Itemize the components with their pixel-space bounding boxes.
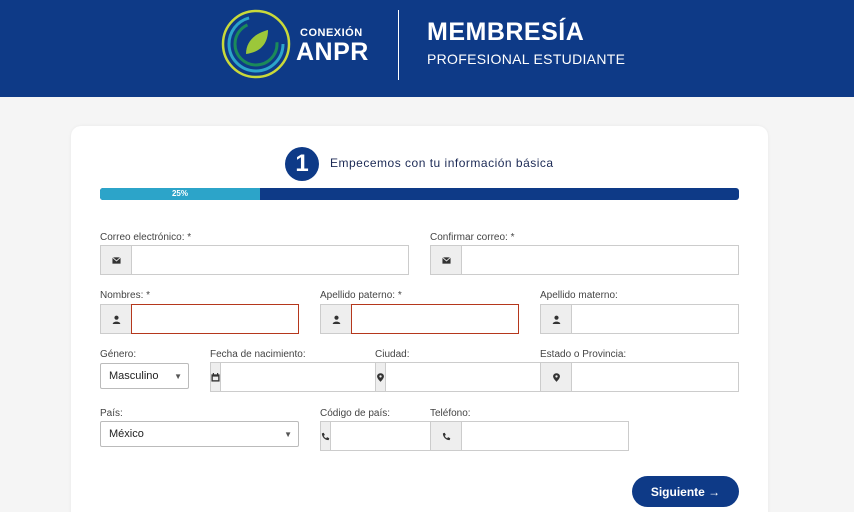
progress-bar: 25% bbox=[100, 188, 739, 200]
membership-title: MEMBRESÍA bbox=[427, 18, 585, 46]
country-code-field-group bbox=[320, 421, 490, 451]
maternal-surname-label: Apellido materno: bbox=[540, 290, 618, 301]
map-marker-icon bbox=[375, 362, 385, 392]
confirm-email-field-group bbox=[430, 245, 739, 275]
phone-icon bbox=[430, 421, 461, 451]
user-icon bbox=[100, 304, 131, 334]
maternal-surname-input[interactable] bbox=[571, 304, 739, 334]
user-icon bbox=[540, 304, 571, 334]
email-input[interactable] bbox=[131, 245, 409, 275]
progress-label: 25% bbox=[171, 189, 188, 198]
city-field-group bbox=[375, 362, 545, 392]
first-name-label: Nombres: * bbox=[100, 290, 151, 301]
phone-input[interactable] bbox=[461, 421, 629, 451]
phone-label: Teléfono: bbox=[430, 408, 471, 419]
maternal-surname-field-group bbox=[540, 304, 739, 334]
confirm-email-label: Confirmar correo: * bbox=[430, 232, 515, 243]
country-value: México bbox=[109, 428, 144, 440]
header-divider bbox=[398, 10, 399, 80]
chevron-down-icon: ▼ bbox=[174, 372, 182, 381]
first-name-field-group bbox=[100, 304, 299, 334]
calendar-icon bbox=[210, 362, 220, 392]
paternal-surname-input[interactable] bbox=[351, 304, 519, 334]
state-field-group bbox=[540, 362, 739, 392]
brand-big: ANPR bbox=[296, 38, 369, 66]
country-code-label: Código de país: bbox=[320, 408, 391, 419]
email-label: Correo electrónico: * bbox=[100, 232, 192, 243]
gender-select[interactable]: Masculino ▼ bbox=[100, 363, 189, 389]
birthdate-label: Fecha de nacimiento: bbox=[210, 349, 306, 360]
membership-subtitle: PROFESIONAL ESTUDIANTE bbox=[427, 51, 626, 67]
phone-icon bbox=[320, 421, 330, 451]
country-select[interactable]: México ▼ bbox=[100, 421, 299, 447]
birthdate-field-group bbox=[210, 362, 380, 392]
envelope-icon bbox=[100, 245, 131, 275]
step-number-badge: 1 bbox=[285, 147, 319, 181]
chevron-down-icon: ▼ bbox=[284, 430, 292, 439]
email-field-group bbox=[100, 245, 409, 275]
state-input[interactable] bbox=[571, 362, 739, 392]
country-label: País: bbox=[100, 408, 123, 419]
step-title: Empecemos con tu información básica bbox=[330, 156, 554, 170]
birthdate-input[interactable] bbox=[220, 362, 380, 392]
anpr-logo bbox=[221, 9, 291, 79]
gender-label: Género: bbox=[100, 349, 137, 360]
gender-value: Masculino bbox=[109, 370, 159, 382]
user-icon bbox=[320, 304, 351, 334]
header: CONEXIÓN ANPR MEMBRESÍA PROFESIONAL ESTU… bbox=[0, 0, 854, 97]
paternal-surname-field-group bbox=[320, 304, 519, 334]
first-name-input[interactable] bbox=[131, 304, 299, 334]
city-input[interactable] bbox=[385, 362, 545, 392]
state-label: Estado o Provincia: bbox=[540, 349, 627, 360]
city-label: Ciudad: bbox=[375, 349, 410, 360]
phone-field-group bbox=[430, 421, 629, 451]
map-marker-icon bbox=[540, 362, 571, 392]
paternal-surname-label: Apellido paterno: * bbox=[320, 290, 402, 301]
envelope-icon bbox=[430, 245, 461, 275]
next-button[interactable]: Siguiente → bbox=[632, 476, 739, 507]
confirm-email-input[interactable] bbox=[461, 245, 739, 275]
